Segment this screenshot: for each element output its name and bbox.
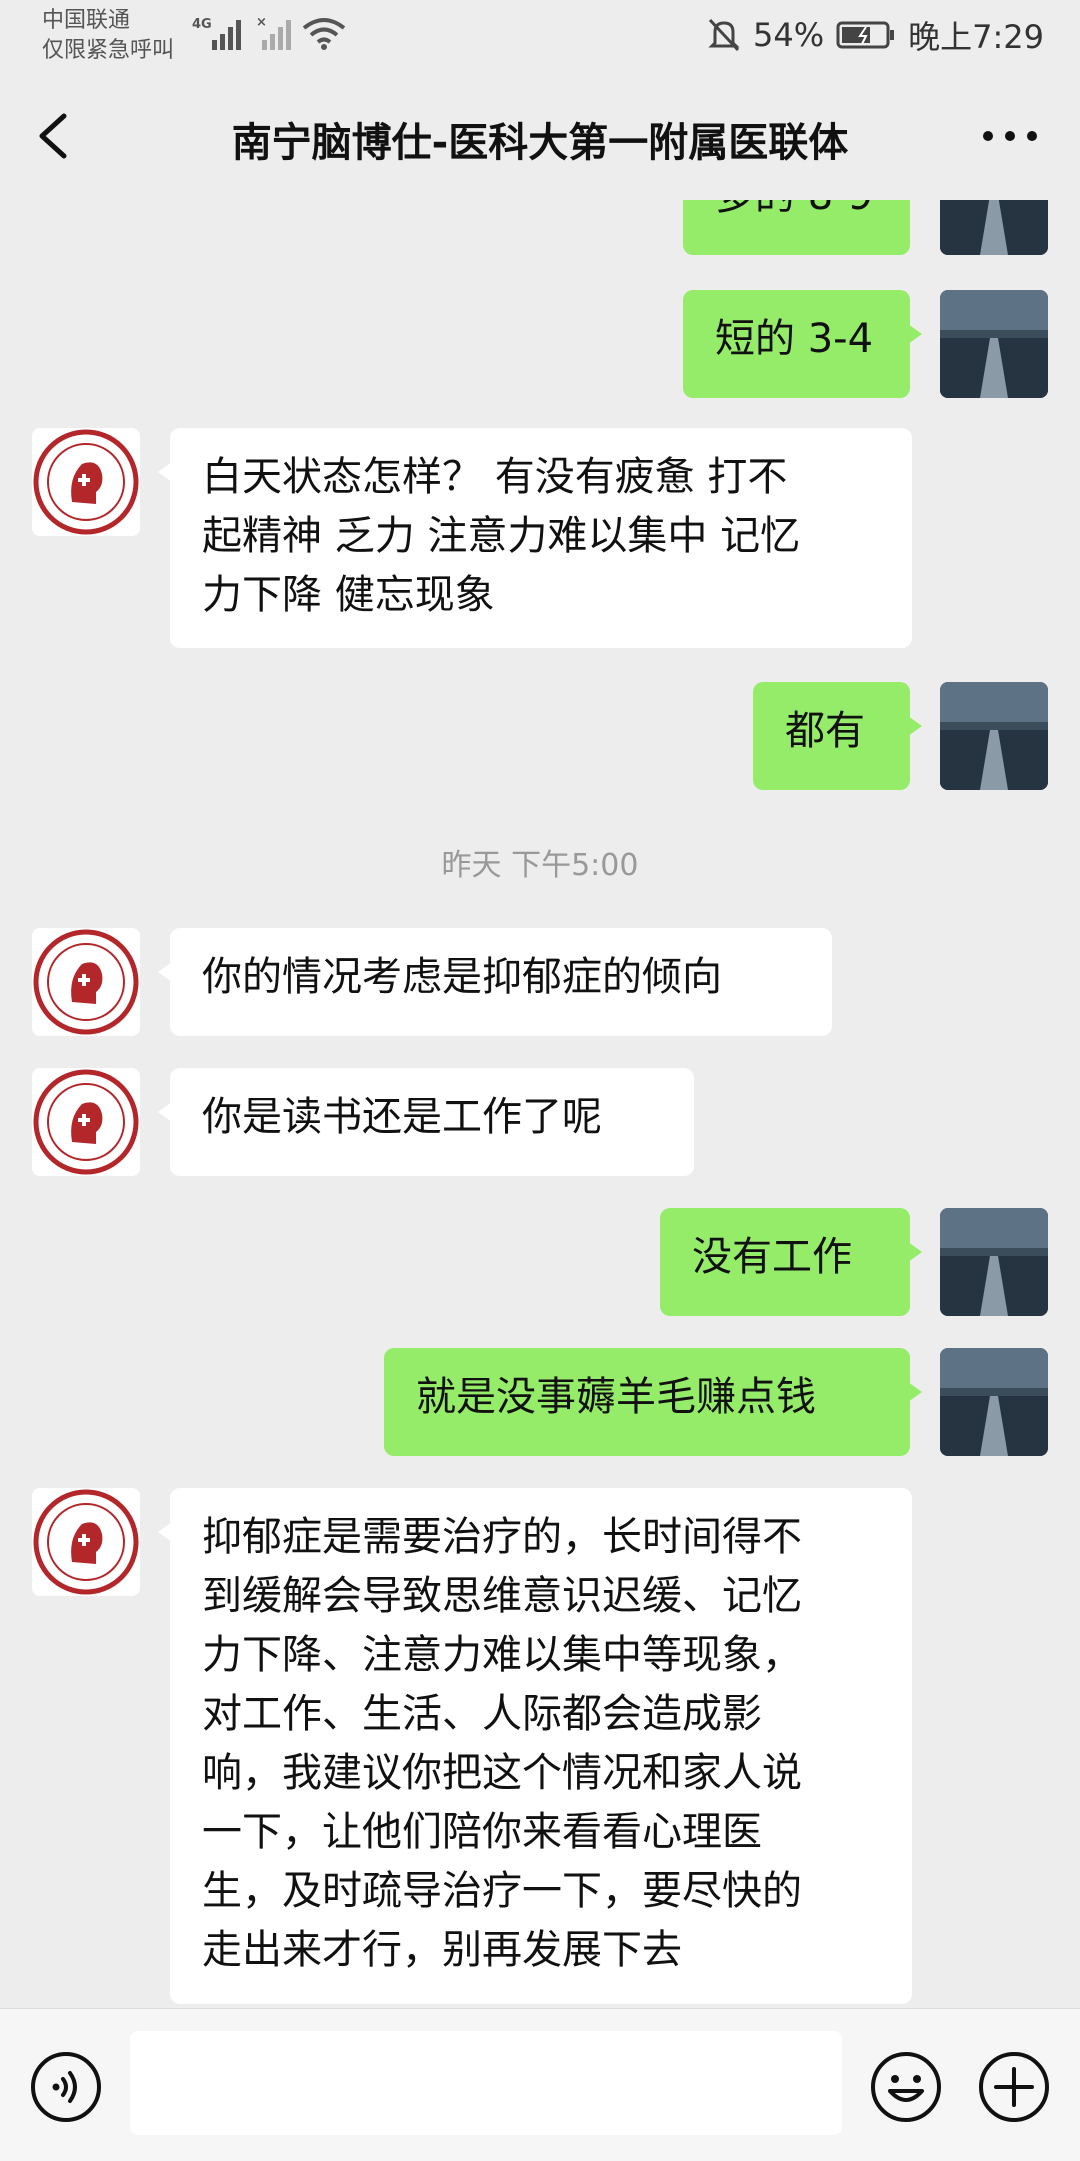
message-bubble-me[interactable]: 没有工作 xyxy=(660,1208,922,1316)
carrier-name: 中国联通 xyxy=(42,8,131,33)
doctor-avatar[interactable] xyxy=(32,1488,140,1596)
chat-header: 南宁脑博仕-医科大第一附属医联体 xyxy=(0,70,1080,200)
more-icon[interactable] xyxy=(980,128,1040,144)
svg-text:×: × xyxy=(256,15,267,30)
plus-icon[interactable] xyxy=(978,2051,1050,2123)
my-avatar[interactable] xyxy=(940,682,1048,790)
emergency-only-label: 仅限紧急呼叫 xyxy=(42,38,175,63)
chat-message-list[interactable]: 多的 8-9 短的 3-4 xyxy=(0,200,1080,2008)
hospital-logo-icon xyxy=(33,929,139,1035)
hospital-logo-icon xyxy=(33,1489,139,1595)
hospital-logo-icon xyxy=(33,429,139,535)
doctor-avatar[interactable] xyxy=(32,428,140,536)
doctor-avatar[interactable] xyxy=(32,1068,140,1176)
signal-icon: 4G xyxy=(192,17,241,50)
voice-icon[interactable] xyxy=(30,2051,102,2123)
message-bubble-me[interactable]: 多的 8-9 xyxy=(683,200,922,255)
emoji-icon[interactable] xyxy=(870,2051,942,2123)
my-avatar[interactable] xyxy=(940,290,1048,398)
battery-percent: 54% xyxy=(753,16,825,54)
network-type-label: 4G xyxy=(192,17,212,32)
doctor-avatar[interactable] xyxy=(32,928,140,1036)
message-bubble-other[interactable]: 你的情况考虑是抑郁症的倾向 xyxy=(158,928,832,1036)
hospital-logo-icon xyxy=(33,1069,139,1175)
message-bubble-other[interactable]: 抑郁症是需要治疗的，长时间得不 到缓解会导致思维意识迟缓、记忆 力下降、注意力难… xyxy=(158,1488,912,2004)
status-right: 54% 晚上7:29 xyxy=(707,12,1044,58)
wifi-icon xyxy=(302,18,346,50)
battery-icon xyxy=(836,21,895,49)
message-bubble-other[interactable]: 白天状态怎样？ 有没有疲惫 打不 起精神 乏力 注意力难以集中 记忆 力下降 健… xyxy=(158,428,912,648)
message-bubble-me[interactable]: 短的 3-4 xyxy=(683,290,922,398)
signal-2-icon: × xyxy=(256,15,291,50)
my-avatar[interactable] xyxy=(940,1208,1048,1316)
my-avatar[interactable] xyxy=(940,200,1048,255)
status-bar: 中国联通 仅限紧急呼叫 4G × 54% 晚上7:29 xyxy=(0,0,1080,70)
chat-timestamp: 昨天 下午5:00 xyxy=(441,848,639,883)
back-arrow-icon[interactable] xyxy=(30,108,80,164)
chat-title: 南宁脑博仕-医科大第一附属医联体 xyxy=(231,120,849,166)
carrier-info: 中国联通 仅限紧急呼叫 xyxy=(42,6,174,66)
message-bubble-me[interactable]: 都有 xyxy=(753,682,922,790)
message-bubble-me[interactable]: 就是没事薅羊毛赚点钱 xyxy=(384,1348,922,1456)
message-bubble-other[interactable]: 你是读书还是工作了呢 xyxy=(158,1068,694,1176)
input-bar xyxy=(0,2008,1080,2161)
my-avatar[interactable] xyxy=(940,1348,1048,1456)
clock: 晚上7:29 xyxy=(908,18,1044,56)
message-input[interactable] xyxy=(130,2031,842,2135)
mute-bell-icon xyxy=(708,18,740,52)
